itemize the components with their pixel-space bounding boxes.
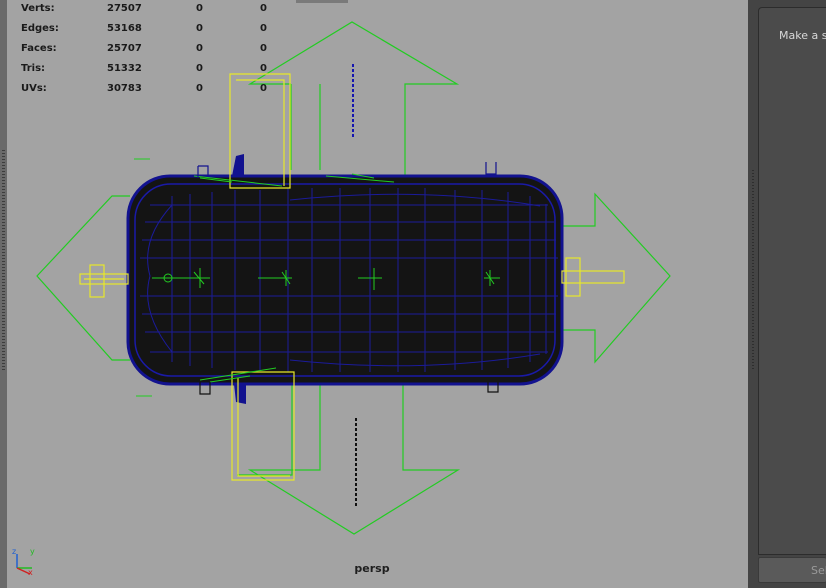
hud-label: Verts: [21,3,55,14]
hud-value: 51332 [107,63,142,74]
hud-value: 27507 [107,3,142,14]
hud-value: 53168 [107,23,142,34]
hud-label: Edges: [21,23,59,34]
hud-label: UVs: [21,83,47,94]
manipulator-arrow-down [247,372,461,535]
hud-value: 0 [260,43,267,54]
hud-value: 0 [196,23,203,34]
hud-value: 0 [196,3,203,14]
hud-label: Tris: [21,63,46,74]
axis-label-x: x [28,568,33,576]
hud-label: Faces: [21,43,57,54]
hud-value: 25707 [107,43,142,54]
hud-value: 0 [196,43,203,54]
axis-label-y: y [30,547,35,556]
hud-value: 0 [260,3,267,14]
side-panel: Make a se [758,7,826,555]
axis-gizmo-icon: z y x [12,547,35,576]
hud-value: 0 [260,63,267,74]
3d-viewport[interactable]: Verts: 27507 0 0 Edges: 53168 0 0 Faces:… [0,0,748,588]
panel-splitter[interactable] [748,0,758,588]
hud-value: 0 [260,23,267,34]
hud-value: 30783 [107,83,142,94]
axis-label-z: z [12,547,16,556]
select-button[interactable]: Sel [758,557,826,583]
car-mesh[interactable] [126,154,564,404]
hud-value: 0 [196,63,203,74]
hud-value: 0 [196,83,203,94]
manipulator-arrow-left [36,195,130,361]
selected-tow-hook-left [79,264,129,298]
camera-name-label: persp [354,562,390,575]
selected-tow-hook-right [561,257,625,297]
panel-hint-text: Make a se [779,29,826,42]
manipulator-arrow-right [560,192,671,364]
hud-value: 0 [260,83,267,94]
manipulator-arrow-up-stem [290,84,321,170]
